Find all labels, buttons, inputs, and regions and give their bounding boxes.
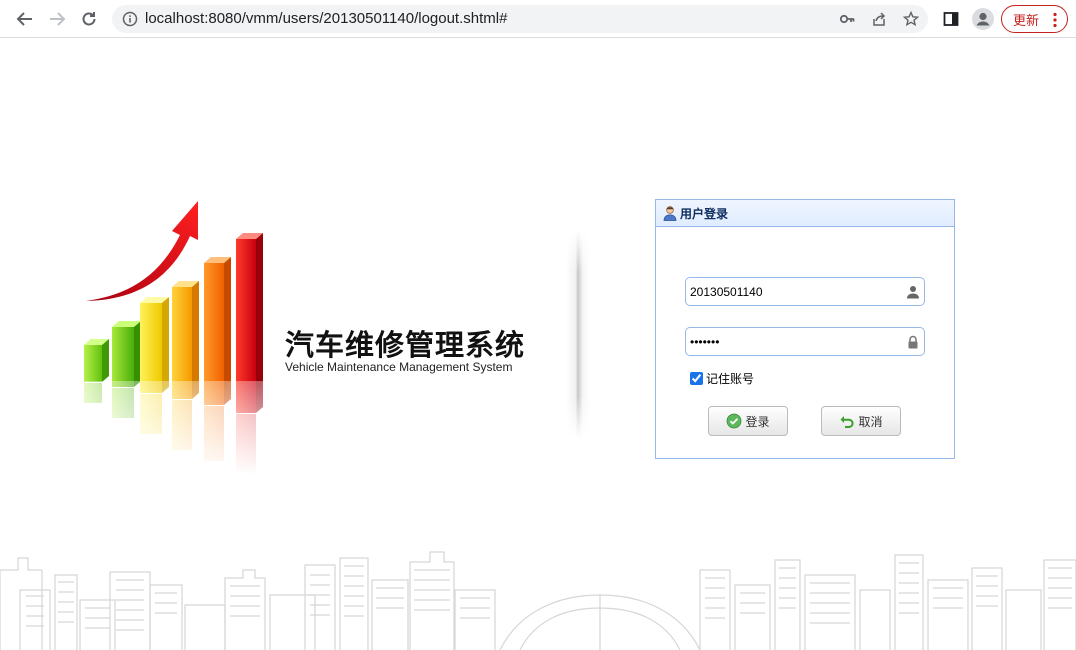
undo-icon (840, 416, 855, 428)
info-icon[interactable] (122, 11, 138, 27)
user-icon (663, 206, 677, 221)
username-field[interactable] (685, 277, 925, 306)
reload-button[interactable] (75, 5, 103, 33)
update-button[interactable]: 更新 (1001, 5, 1068, 33)
bookmark-star-icon[interactable] (903, 11, 919, 27)
side-panel-button[interactable] (937, 5, 965, 33)
profile-button[interactable] (969, 5, 997, 33)
check-circle-icon (727, 413, 742, 429)
back-button[interactable] (11, 5, 39, 33)
arrow-right-icon (50, 12, 66, 26)
login-button-label: 登录 (745, 414, 770, 429)
arrow-left-icon (16, 12, 32, 26)
remember-account[interactable]: 记住账号 (690, 370, 754, 387)
share-icon[interactable] (871, 11, 887, 27)
login-panel: 用户登录 记住账号 登录 取消 (655, 199, 955, 459)
password-input[interactable] (690, 331, 895, 352)
username-input[interactable] (690, 281, 895, 302)
update-label: 更新 (1013, 13, 1040, 29)
cancel-button-label: 取消 (858, 414, 883, 429)
reload-icon (82, 12, 96, 26)
login-panel-title: 用户登录 (680, 206, 729, 221)
system-subtitle: Vehicle Maintenance Management System (285, 360, 513, 374)
person-icon (907, 286, 919, 299)
cancel-button[interactable]: 取消 (821, 406, 901, 436)
url-text[interactable]: localhost:8080/vmm/users/20130501140/log… (145, 10, 507, 27)
avatar-icon (972, 8, 994, 30)
address-bar[interactable]: localhost:8080/vmm/users/20130501140/log… (112, 5, 928, 33)
login-panel-header: 用户登录 (656, 200, 954, 227)
key-icon[interactable] (839, 11, 855, 27)
city-skyline-background (0, 551, 1076, 650)
password-field[interactable] (685, 327, 925, 356)
side-panel-icon (943, 12, 959, 26)
remember-checkbox[interactable] (690, 372, 703, 385)
browser-toolbar: localhost:8080/vmm/users/20130501140/log… (0, 0, 1076, 38)
lock-icon (908, 335, 918, 349)
logo-bar-chart-graphic (80, 201, 270, 475)
login-button[interactable]: 登录 (708, 406, 788, 436)
system-title: 汽车维修管理系统 (285, 328, 526, 362)
remember-label: 记住账号 (706, 372, 755, 386)
vertical-divider (566, 230, 590, 438)
more-vert-icon (1053, 12, 1057, 28)
forward-button[interactable] (43, 5, 71, 33)
